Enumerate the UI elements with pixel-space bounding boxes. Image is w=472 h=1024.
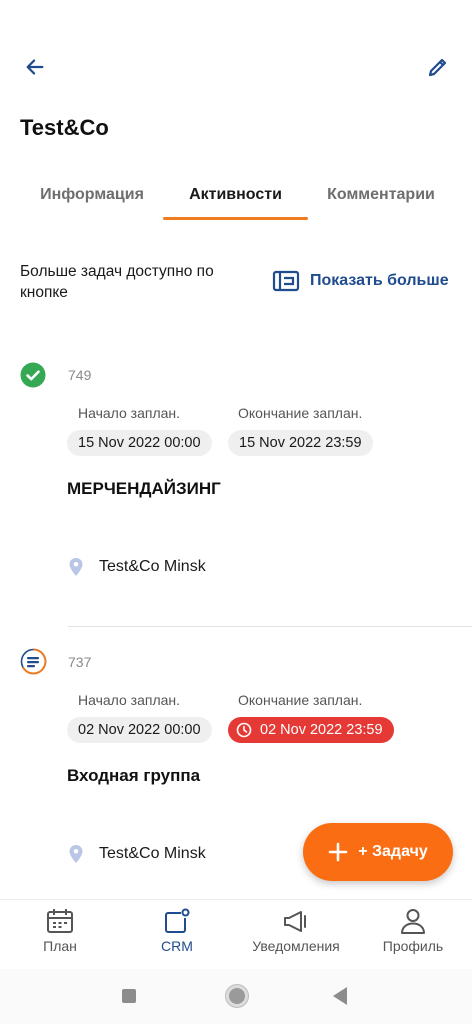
- check-circle-icon: [20, 362, 46, 388]
- tab-label: Комментарии: [327, 186, 435, 203]
- task-title[interactable]: МЕРЧЕНДАЙЗИНГ: [67, 479, 221, 499]
- show-more-button[interactable]: Показать больше: [272, 266, 449, 296]
- clock-icon: [236, 722, 252, 738]
- page-title: Test&Co: [20, 115, 109, 140]
- crm-icon: [165, 908, 190, 933]
- nav-item-plan[interactable]: План: [20, 908, 100, 966]
- overdue-date-pill: 02 Nov 2022 23:59: [228, 717, 394, 743]
- tab-activities[interactable]: Активности: [163, 170, 308, 220]
- recents-button[interactable]: [122, 989, 136, 1003]
- task-location: Test&Co Minsk: [99, 845, 206, 862]
- in-progress-icon: [20, 648, 47, 675]
- back-system-button[interactable]: [333, 987, 347, 1005]
- home-button[interactable]: [226, 985, 248, 1007]
- start-date-label: Начало заплан.: [78, 692, 181, 708]
- start-date-pill: 15 Nov 2022 00:00: [67, 430, 212, 456]
- nav-label: Уведомления: [252, 938, 340, 954]
- nav-label: Профиль: [382, 938, 444, 954]
- arrow-left-icon: [26, 59, 44, 75]
- tab-bar: Информация Активности Комментарии: [0, 170, 472, 220]
- nav-label: План: [43, 938, 77, 954]
- edit-button[interactable]: [420, 50, 456, 84]
- info-message: Больше задач доступно по кнопке: [20, 263, 214, 301]
- nav-label: CRM: [161, 938, 193, 954]
- calendar-icon: [47, 909, 73, 933]
- end-date-value: 15 Nov 2022 23:59: [239, 435, 362, 451]
- location-pin-icon: [68, 844, 84, 864]
- bottom-navigation: План CRM Уведомления Профиль: [0, 899, 472, 969]
- show-more-label: Показать больше: [310, 272, 449, 289]
- nav-item-crm[interactable]: CRM: [137, 908, 217, 966]
- task-location: Test&Co Minsk: [99, 558, 206, 575]
- add-task-button[interactable]: + Задачу: [303, 823, 453, 881]
- end-date-label: Окончание заплан.: [238, 692, 363, 708]
- tab-information[interactable]: Информация: [22, 170, 162, 220]
- megaphone-icon: [284, 911, 306, 932]
- nav-item-profile[interactable]: Профиль: [370, 908, 456, 966]
- start-date-label: Начало заплан.: [78, 405, 181, 421]
- nav-item-notifications[interactable]: Уведомления: [240, 908, 352, 966]
- show-more-icon: [272, 270, 300, 292]
- location-pin-icon: [68, 557, 84, 577]
- tab-label: Активности: [189, 186, 282, 203]
- task-number: 749: [68, 367, 92, 383]
- add-task-label: + Задачу: [358, 843, 428, 860]
- end-date-pill: 15 Nov 2022 23:59: [228, 430, 373, 456]
- tab-label: Информация: [40, 186, 144, 203]
- person-icon: [401, 909, 425, 934]
- task-title[interactable]: Входная группа: [67, 766, 200, 786]
- divider: [68, 626, 472, 627]
- start-date-value: 15 Nov 2022 00:00: [78, 435, 201, 451]
- start-date-pill: 02 Nov 2022 00:00: [67, 717, 212, 743]
- task-number: 737: [68, 654, 92, 670]
- pencil-icon: [428, 58, 447, 77]
- tab-comments[interactable]: Комментарии: [312, 170, 450, 220]
- plus-icon: [328, 842, 348, 862]
- tab-active-indicator: [163, 217, 308, 220]
- start-date-value: 02 Nov 2022 00:00: [78, 722, 201, 738]
- system-navigation-bar: [0, 969, 472, 1024]
- back-button[interactable]: [18, 50, 52, 84]
- end-date-value: 02 Nov 2022 23:59: [260, 722, 383, 738]
- end-date-label: Окончание заплан.: [238, 405, 363, 421]
